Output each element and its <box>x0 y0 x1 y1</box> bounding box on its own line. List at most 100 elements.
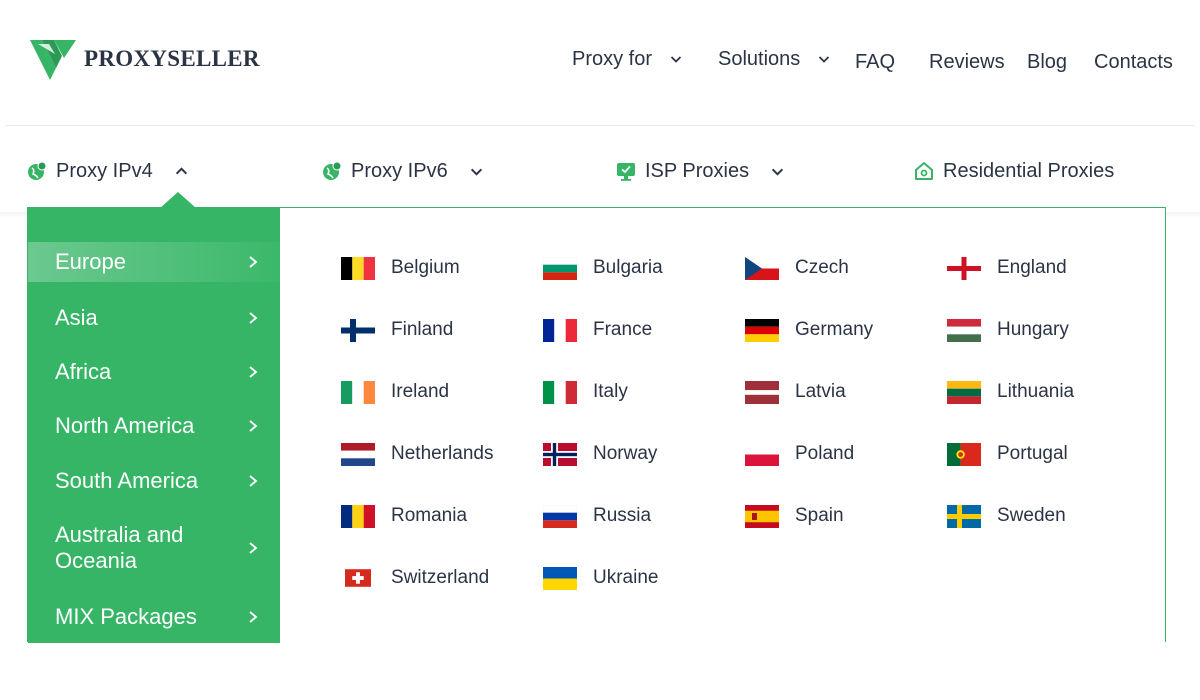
italy-flag-icon <box>543 380 577 404</box>
belgium-flag-icon <box>341 256 375 280</box>
nav-blog-label: Blog <box>1027 50 1068 73</box>
nav-reviews[interactable]: Reviews <box>929 47 1005 77</box>
subnav-proxy-ipv4-label: Proxy IPv4 <box>56 159 153 182</box>
region-north-america[interactable]: North America <box>28 406 280 446</box>
region-australia-oceania[interactable]: Australia and Oceania <box>28 518 280 578</box>
brand-logo[interactable]: PROXYSELLER <box>28 36 260 82</box>
region-label: Australia and Oceania <box>55 522 184 573</box>
monitor-check-icon <box>617 163 635 181</box>
chevron-right-icon <box>249 256 258 268</box>
ukraine-flag-icon <box>543 566 577 590</box>
site-header: PROXYSELLER Proxy for Solutions FAQ Revi… <box>0 0 1200 126</box>
country-ukraine[interactable]: Ukraine <box>543 563 658 593</box>
ipv4-dropdown-panel: Europe Asia Africa North America South A… <box>27 207 1166 643</box>
country-poland[interactable]: Poland <box>745 439 854 469</box>
country-germany[interactable]: Germany <box>745 315 873 345</box>
country-sweden[interactable]: Sweden <box>947 501 1066 531</box>
region-africa[interactable]: Africa <box>28 352 280 392</box>
country-finland[interactable]: Finland <box>341 315 453 345</box>
country-label: Latvia <box>795 381 846 402</box>
region-asia[interactable]: Asia <box>28 298 280 338</box>
country-france[interactable]: France <box>543 315 652 345</box>
country-label: Spain <box>795 505 844 526</box>
nav-faq-label: FAQ <box>855 50 896 73</box>
chevron-right-icon <box>249 420 258 432</box>
subnav-proxy-ipv4[interactable]: Proxy IPv4 <box>26 157 188 185</box>
country-label: Russia <box>593 505 652 526</box>
subnav-residential-proxies-label: Residential Proxies <box>943 159 1115 182</box>
country-switzerland[interactable]: Switzerland <box>341 563 489 593</box>
subnav-proxy-ipv6[interactable]: Proxy IPv6 <box>321 157 483 185</box>
country-label: Norway <box>593 443 658 464</box>
country-label: Poland <box>795 443 855 464</box>
country-czech[interactable]: Czech <box>745 253 849 283</box>
dropdown-pointer <box>160 192 196 208</box>
chevron-down-icon <box>819 56 830 63</box>
chevron-up-icon <box>175 166 187 174</box>
subnav-isp-proxies-label: ISP Proxies <box>645 159 750 182</box>
chevron-down-icon <box>772 168 784 176</box>
france-flag-icon <box>543 318 577 342</box>
country-label: Netherlands <box>391 443 494 464</box>
house-icon <box>915 162 933 180</box>
subnav-residential-proxies[interactable]: Residential Proxies <box>913 157 1114 185</box>
nav-solutions[interactable]: Solutions <box>718 44 830 74</box>
country-label: Lithuania <box>997 381 1075 402</box>
sweden-flag-icon <box>947 504 981 528</box>
country-label: England <box>997 257 1067 278</box>
chevron-down-icon <box>470 168 482 176</box>
country-spain[interactable]: Spain <box>745 501 844 531</box>
country-ireland[interactable]: Ireland <box>341 377 449 407</box>
lithuania-flag-icon <box>947 380 981 404</box>
region-mix-packages[interactable]: MIX Packages <box>28 597 280 637</box>
country-england[interactable]: England <box>947 253 1067 283</box>
romania-flag-icon <box>341 504 375 528</box>
country-norway[interactable]: Norway <box>543 439 657 469</box>
nav-proxy-for[interactable]: Proxy for <box>572 44 682 74</box>
country-hungary[interactable]: Hungary <box>947 315 1069 345</box>
region-europe[interactable]: Europe <box>28 242 280 282</box>
brand-name: PROXYSELLER <box>84 46 260 71</box>
country-label: Italy <box>593 381 628 402</box>
region-label: Europe <box>55 249 126 274</box>
nav-faq[interactable]: FAQ <box>855 47 895 77</box>
spain-flag-icon <box>745 504 779 528</box>
country-bulgaria[interactable]: Bulgaria <box>543 253 663 283</box>
country-label: Bulgaria <box>593 257 663 278</box>
country-label: Sweden <box>997 505 1066 526</box>
subnav-isp-proxies[interactable]: ISP Proxies <box>615 157 784 185</box>
nav-solutions-label: Solutions <box>718 47 801 70</box>
england-flag-icon <box>947 256 981 280</box>
nav-reviews-label: Reviews <box>929 50 1005 73</box>
portugal-flag-icon <box>947 442 981 466</box>
region-south-america[interactable]: South America <box>28 461 280 501</box>
region-label: North America <box>55 413 195 438</box>
country-label: Czech <box>795 257 849 278</box>
country-label: Portugal <box>997 443 1068 464</box>
nav-proxy-for-label: Proxy for <box>572 47 653 70</box>
hungary-flag-icon <box>947 318 981 342</box>
chevron-right-icon <box>249 366 258 378</box>
region-label: South America <box>55 468 199 493</box>
header-divider <box>5 125 1195 126</box>
bulgaria-flag-icon <box>543 256 577 280</box>
region-label: Africa <box>55 359 112 384</box>
country-russia[interactable]: Russia <box>543 501 651 531</box>
country-lithuania[interactable]: Lithuania <box>947 377 1074 407</box>
nav-contacts[interactable]: Contacts <box>1094 47 1173 77</box>
nav-blog[interactable]: Blog <box>1027 47 1067 77</box>
chevron-right-icon <box>249 542 258 554</box>
country-belgium[interactable]: Belgium <box>341 253 460 283</box>
country-latvia[interactable]: Latvia <box>745 377 846 407</box>
country-romania[interactable]: Romania <box>341 501 467 531</box>
country-label: Germany <box>795 319 874 340</box>
globe-pin-icon <box>28 161 47 180</box>
subnav-proxy-ipv6-label: Proxy IPv6 <box>351 159 448 182</box>
country-italy[interactable]: Italy <box>543 377 628 407</box>
region-label: Asia <box>55 305 98 330</box>
finland-flag-icon <box>341 318 375 342</box>
russia-flag-icon <box>543 504 577 528</box>
netherlands-flag-icon <box>341 442 375 466</box>
country-portugal[interactable]: Portugal <box>947 439 1068 469</box>
country-netherlands[interactable]: Netherlands <box>341 439 493 469</box>
